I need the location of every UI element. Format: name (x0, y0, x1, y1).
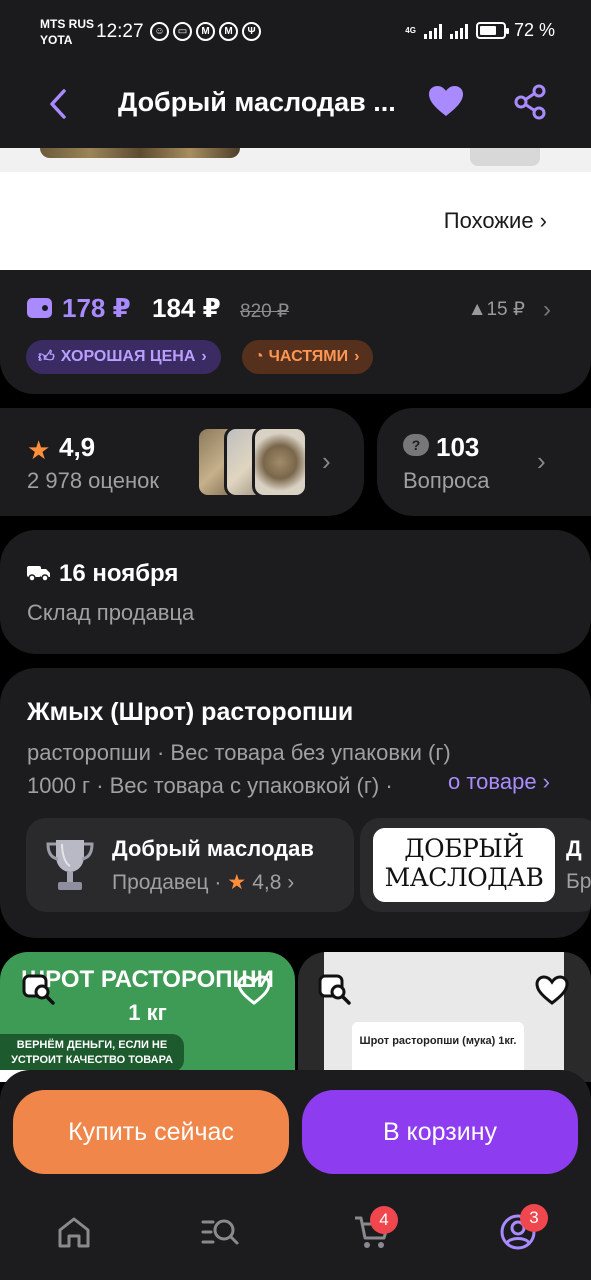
catalog-search-icon[interactable] (200, 1212, 240, 1252)
delivery-date: 16 ноября (59, 560, 179, 587)
product-name: Жмых (Шрот) расторопши (27, 698, 354, 726)
cart-badge: 4 (370, 1206, 398, 1234)
price: 184 ₽ (152, 293, 221, 323)
profile-badge: 3 (520, 1204, 548, 1232)
product-image[interactable] (0, 148, 591, 172)
action-bar: Купить сейчас В корзину (0, 1070, 591, 1194)
carrier-label: MTS RUS YOTA (40, 17, 94, 47)
image-search-icon[interactable] (22, 974, 58, 1006)
thumbs-up-icon: 👍︎ (38, 348, 55, 366)
seller-name: Добрый маслодав (112, 836, 314, 861)
battery-percent: 72 % (513, 20, 555, 40)
home-icon[interactable] (54, 1212, 94, 1252)
product-description: расторопши · Вес товара без упаковки (г)… (27, 740, 451, 798)
chevron-right-icon: › (537, 446, 546, 476)
heart-icon[interactable] (427, 84, 465, 118)
similar-link[interactable]: Похожие › (444, 208, 547, 234)
rec-image-banner: ВЕРНЁМ ДЕНЬГИ, ЕСЛИ НЕ УСТРОИТ КАЧЕСТВО … (0, 1034, 184, 1072)
heart-outline-icon[interactable] (534, 974, 570, 1006)
review-photos[interactable] (196, 426, 312, 498)
seller-role: Продавец · (112, 870, 222, 894)
bag-image (470, 148, 540, 166)
page-title: Добрый маслодав ... (118, 87, 396, 117)
seller-rating: 4,8 › (252, 870, 295, 894)
rating-card[interactable]: ★ 4,9 2 978 оценок › (0, 408, 364, 516)
seller-card[interactable]: Добрый маслодав Продавец · ★ 4,8 › (26, 818, 354, 912)
signal-icon (423, 23, 442, 39)
trophy-icon (46, 840, 94, 890)
question-bubble-icon: ? (403, 434, 429, 456)
recommendation-card[interactable]: Шрот расторопши (мука) 1кг. (298, 952, 591, 1082)
status-bar: MTS RUS YOTA 12:27 ☺ ▭ M M Ψ 4G 72 % (0, 0, 591, 66)
status-time: 12:27 (96, 21, 144, 42)
good-price-badge[interactable]: 👍︎ ХОРОШАЯ ЦЕНА › (26, 340, 221, 374)
notification-icon: M (196, 22, 215, 41)
chevron-right-icon[interactable]: › (543, 296, 551, 324)
add-to-cart-button[interactable]: В корзину (302, 1090, 578, 1174)
notification-icon: Ψ (242, 22, 261, 41)
bottom-nav: 4 3 (0, 1194, 591, 1280)
star-icon: ★ (227, 871, 247, 894)
price-card: 178 ₽ 184 ₽ 820 ₽ ▲15 ₽ › 👍︎ ХОРОШАЯ ЦЕН… (0, 270, 591, 394)
installments-badge[interactable]: ◔ ЧАСТЯМИ › (242, 340, 374, 374)
notification-icon: ▭ (173, 22, 192, 41)
chevron-left-icon[interactable] (44, 86, 74, 122)
battery-icon (475, 22, 509, 39)
brand-subtitle: Бр (566, 870, 591, 893)
image-search-icon[interactable] (318, 974, 354, 1006)
notification-icon: ☺ (150, 22, 169, 41)
brand-logo: ДОБРЫЙ МАСЛОДАВ (373, 828, 555, 902)
star-icon: ★ (27, 435, 51, 465)
chevron-right-icon: › (322, 446, 331, 476)
signal-icon (449, 23, 468, 39)
notification-icon: M (219, 22, 238, 41)
questions-card[interactable]: ? 103 Вопроса › (377, 408, 591, 516)
gallery-footer: Похожие › (0, 172, 591, 270)
wallet-icon (27, 298, 52, 318)
recommendation-card[interactable]: ШРОТ РАСТОРОПШИ 1 кг ВЕРНЁМ ДЕНЬГИ, ЕСЛИ… (0, 952, 295, 1082)
about-product-link[interactable]: о товаре › (448, 769, 550, 795)
share-icon[interactable] (512, 84, 548, 120)
review-photo (252, 426, 308, 498)
questions-count: 103 (436, 432, 480, 462)
rating-count: 2 978 оценок (27, 468, 159, 493)
delivery-card[interactable]: 16 ноября Склад продавца (0, 530, 591, 654)
product-info-card: Жмых (Шрот) расторопши расторопши · Вес … (0, 668, 591, 938)
network-type: 4G (405, 26, 416, 35)
brand-card[interactable]: ДОБРЫЙ МАСЛОДАВ Д Бр (360, 818, 591, 912)
questions-label: Вопроса (403, 468, 490, 493)
brand-name: Д (566, 836, 582, 861)
rating-value: 4,9 (59, 432, 96, 462)
old-price: 820 ₽ (240, 301, 290, 322)
notification-icons: ☺ ▭ M M Ψ (150, 22, 261, 41)
chevron-right-icon: › (354, 348, 360, 365)
delivery-source: Склад продавца (27, 600, 195, 625)
seeds-image (40, 148, 240, 158)
app-header: Добрый маслодав ... (0, 66, 591, 148)
truck-icon (27, 566, 50, 582)
buy-now-button[interactable]: Купить сейчас (13, 1090, 289, 1174)
chevron-right-icon: › (201, 348, 207, 365)
pie-chart-icon: ◔ (254, 348, 264, 365)
card-price: 178 ₽ (62, 293, 131, 323)
heart-outline-icon[interactable] (236, 974, 272, 1006)
price-diff[interactable]: ▲15 ₽ (468, 298, 525, 321)
